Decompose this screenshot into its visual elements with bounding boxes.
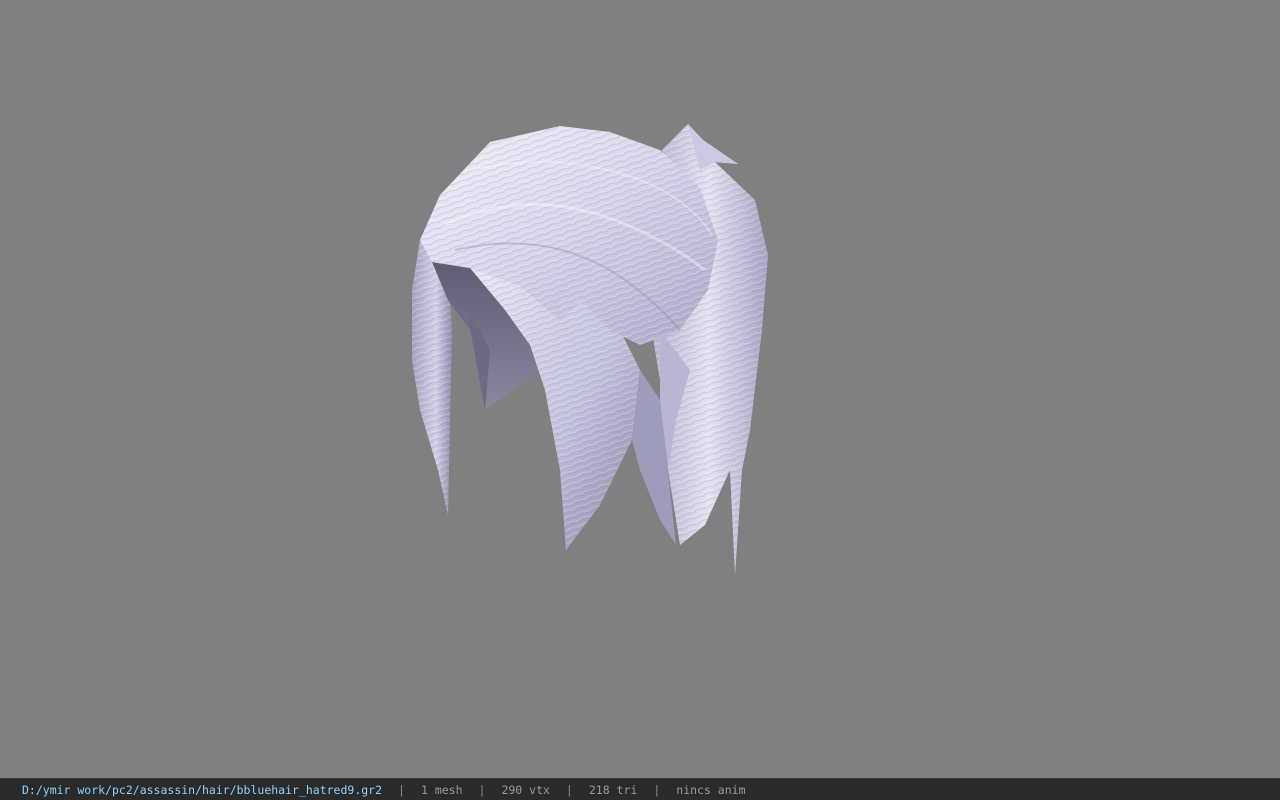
status-separator: |	[398, 782, 405, 797]
status-separator: |	[478, 782, 486, 797]
3d-viewport[interactable]	[0, 0, 1280, 778]
status-bar: D:/ymir work/pc2/assassin/hair/bbluehair…	[0, 778, 1280, 800]
status-separator: |	[565, 782, 573, 797]
file-path: D:/ymir work/pc2/assassin/hair/bbluehair…	[22, 782, 383, 797]
hair-mesh-model[interactable]	[0, 0, 1280, 778]
animation-status: nincs anim	[676, 782, 746, 797]
mesh-count: 1 mesh	[420, 782, 463, 797]
status-separator: |	[653, 782, 661, 797]
triangle-count: 218 tri	[588, 782, 638, 797]
vertex-count: 290 vtx	[501, 782, 550, 797]
